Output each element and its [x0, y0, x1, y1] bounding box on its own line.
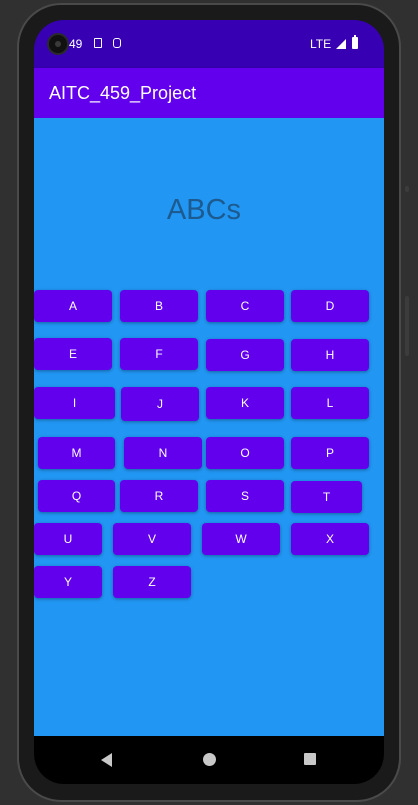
battery-icon	[352, 35, 358, 49]
letter-button-t[interactable]: T	[291, 481, 362, 513]
letter-button-q[interactable]: Q	[38, 480, 115, 512]
letter-button-v[interactable]: V	[113, 523, 191, 555]
letter-button-u[interactable]: U	[34, 523, 102, 555]
page-title: ABCs	[166, 194, 242, 226]
status-bar: 49 LTE	[34, 20, 384, 68]
letter-button-y[interactable]: Y	[34, 566, 102, 598]
letter-button-d[interactable]: D	[291, 290, 369, 322]
status-time: 49	[69, 37, 83, 51]
clipboard-icon	[113, 38, 121, 48]
navigation-bar	[34, 736, 384, 784]
letter-button-w[interactable]: W	[202, 523, 280, 555]
letter-button-i[interactable]: I	[34, 387, 115, 419]
network-type: LTE	[310, 37, 332, 51]
letter-button-m[interactable]: M	[38, 437, 115, 469]
app-title: AITC_459_Project	[49, 83, 197, 103]
home-icon[interactable]	[203, 753, 216, 766]
power-button	[405, 186, 409, 192]
letter-button-c[interactable]: C	[206, 290, 284, 322]
letter-button-l[interactable]: L	[291, 387, 369, 419]
signal-icon	[336, 39, 346, 49]
letter-button-z[interactable]: Z	[113, 566, 191, 598]
app-bar: AITC_459_Project	[34, 68, 384, 118]
letter-button-s[interactable]: S	[206, 480, 284, 512]
back-icon[interactable]	[101, 753, 112, 767]
letter-button-a[interactable]: A	[34, 290, 112, 322]
letter-button-r[interactable]: R	[120, 480, 198, 512]
letter-button-b[interactable]: B	[120, 290, 198, 322]
screen: 49 LTE AITC_459_Project ABCs A B C D E F…	[34, 20, 384, 784]
letter-button-f[interactable]: F	[120, 338, 198, 370]
letter-button-n[interactable]: N	[124, 437, 202, 469]
letter-button-x[interactable]: X	[291, 523, 369, 555]
letter-button-h[interactable]: H	[291, 339, 369, 371]
letter-button-k[interactable]: K	[206, 387, 284, 419]
letter-button-p[interactable]: P	[291, 437, 369, 469]
camera-icon	[47, 33, 69, 55]
letter-button-e[interactable]: E	[34, 338, 112, 370]
volume-button	[405, 296, 409, 356]
recents-icon[interactable]	[304, 753, 316, 765]
main-content: ABCs A B C D E F G H I J K L M N O P Q R…	[34, 118, 384, 736]
sd-card-icon	[94, 38, 102, 48]
letter-button-g[interactable]: G	[206, 339, 284, 371]
letter-button-o[interactable]: O	[206, 437, 284, 469]
letter-button-j[interactable]: J	[121, 387, 199, 421]
